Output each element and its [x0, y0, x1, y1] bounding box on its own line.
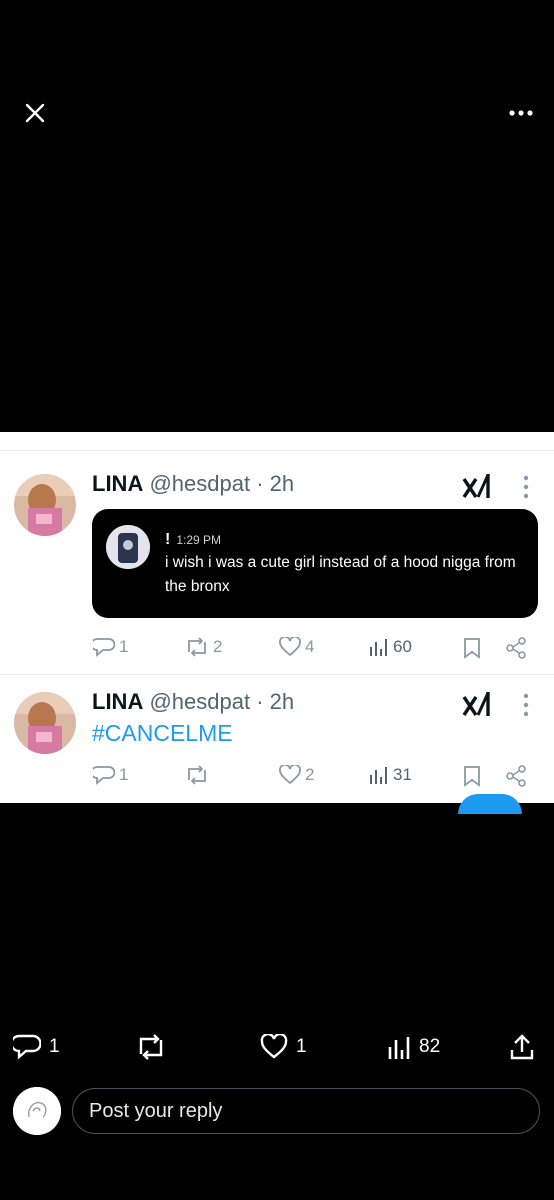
- reply-count: 1: [119, 765, 129, 784]
- retweet-action[interactable]: [185, 765, 213, 785]
- close-icon: [25, 103, 45, 123]
- share-button[interactable]: [509, 1034, 543, 1060]
- display-name[interactable]: LINA: [92, 689, 143, 714]
- tweet-header: LINA @hesdpat · 2h: [92, 471, 294, 497]
- views-count: 60: [393, 637, 412, 656]
- reply-placeholder: Post your reply: [89, 1100, 223, 1122]
- divider: [0, 450, 554, 451]
- post-like-action[interactable]: 1: [260, 1034, 307, 1060]
- quoted-timestamp: ! 1:29 PM: [165, 531, 221, 549]
- quoted-text: i wish i was a cute girl instead of a ho…: [165, 554, 516, 595]
- heart-icon: [279, 765, 301, 785]
- handle-time: @hesdpat · 2h: [149, 471, 295, 496]
- retweet-count: 2: [213, 637, 223, 656]
- handle-time: @hesdpat · 2h: [149, 689, 295, 714]
- tweet-more-icon[interactable]: [521, 475, 531, 499]
- reply-action[interactable]: 1: [93, 765, 128, 785]
- compose-fab-partial: [458, 794, 522, 814]
- views-action[interactable]: 31: [369, 765, 412, 785]
- reply-action[interactable]: 1: [93, 637, 128, 657]
- share-upload-icon: [510, 1034, 534, 1060]
- heart-icon: [260, 1034, 288, 1059]
- display-name[interactable]: LINA: [92, 471, 143, 496]
- share-icon[interactable]: [505, 637, 527, 659]
- reply-icon: [13, 1034, 41, 1060]
- user-avatar[interactable]: [13, 1087, 61, 1135]
- post-reply-count: 1: [49, 1036, 60, 1057]
- like-count: 4: [305, 637, 315, 656]
- avatar: [14, 474, 76, 536]
- share-icon[interactable]: [505, 765, 527, 787]
- reply-input[interactable]: Post your reply: [72, 1088, 540, 1134]
- like-action[interactable]: 2: [279, 765, 314, 785]
- close-button[interactable]: [18, 96, 52, 130]
- post-reply-action[interactable]: 1: [13, 1034, 60, 1060]
- grok-logo-icon[interactable]: [462, 691, 492, 717]
- more-options-button[interactable]: [504, 96, 538, 130]
- heart-icon: [279, 637, 301, 657]
- views-icon: [370, 639, 387, 656]
- post-views-action[interactable]: 82: [387, 1034, 440, 1060]
- views-icon: [388, 1037, 410, 1059]
- hashtag-link[interactable]: #CANCELME: [92, 720, 233, 747]
- media-image: LINA @hesdpat · 2h ! 1:29 PM i wish i was…: [0, 432, 554, 814]
- quoted-post[interactable]: ! 1:29 PM i wish i was a cute girl instea…: [92, 509, 538, 618]
- reply-icon: [93, 638, 115, 657]
- reply-icon: [93, 766, 115, 785]
- quoted-avatar: [106, 525, 150, 569]
- views-action[interactable]: 60: [369, 637, 412, 657]
- post-retweet-action[interactable]: [135, 1034, 175, 1060]
- post-like-count: 1: [296, 1036, 307, 1057]
- avatar: [14, 692, 76, 754]
- more-horizontal-icon: [509, 110, 533, 116]
- grok-logo-icon[interactable]: [462, 473, 492, 499]
- views-icon: [370, 767, 387, 784]
- tweet-more-icon[interactable]: [521, 693, 531, 717]
- retweet-icon: [188, 765, 206, 785]
- divider: [0, 674, 554, 675]
- like-count: 2: [305, 765, 315, 784]
- bookmark-icon[interactable]: [463, 637, 481, 659]
- bookmark-icon[interactable]: [463, 765, 481, 787]
- views-count: 31: [393, 765, 412, 784]
- retweet-icon: [188, 637, 206, 657]
- post-views-count: 82: [419, 1036, 441, 1057]
- like-action[interactable]: 4: [279, 637, 314, 657]
- tweet-header: LINA @hesdpat · 2h: [92, 689, 294, 715]
- reply-count: 1: [119, 637, 129, 656]
- retweet-action[interactable]: 2: [185, 637, 222, 657]
- retweet-icon: [139, 1034, 163, 1060]
- quoted-time: 1:29 PM: [176, 533, 222, 547]
- quoted-mark: !: [165, 531, 171, 548]
